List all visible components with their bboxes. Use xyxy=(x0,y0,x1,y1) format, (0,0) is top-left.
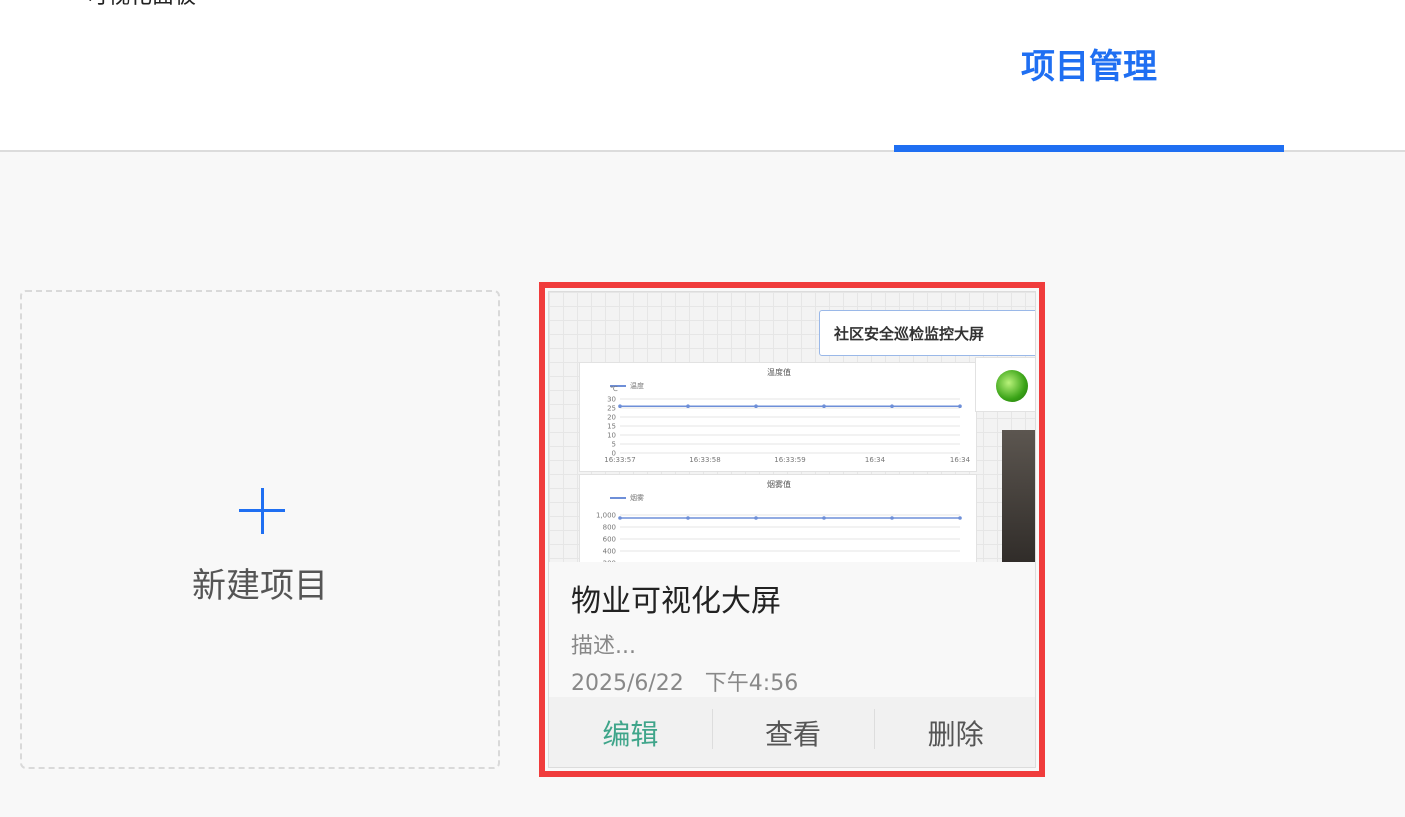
data-point xyxy=(754,404,758,408)
project-time: 下午4:56 xyxy=(704,671,799,696)
project-thumbnail[interactable]: 社区安全巡检监控大屏 温度值 温度 30 25 20 15 10 5 0 ℃ 16:33:57 1… xyxy=(549,292,1035,562)
project-card-highlight: 社区安全巡检监控大屏 温度值 温度 30 25 20 15 10 5 0 ℃ 16:33:57 1… xyxy=(539,282,1045,777)
plus-icon xyxy=(239,488,285,534)
new-project-card[interactable]: 新建项目 xyxy=(20,290,500,769)
x-tick-label: 16:33:58 xyxy=(689,456,720,464)
delete-button[interactable]: 删除 xyxy=(874,709,1035,753)
data-point xyxy=(822,404,826,408)
active-tab-indicator xyxy=(894,145,1284,152)
data-point xyxy=(822,516,826,520)
x-tick-label: 16:34 xyxy=(950,456,971,464)
smoke-chart-svg: 1,000 800 600 400 200 xyxy=(596,512,962,563)
project-timestamp: 2025/6/22 下午4:56 xyxy=(571,665,798,697)
project-description: 描述... xyxy=(571,634,636,659)
data-point xyxy=(890,516,894,520)
y-tick-label: 200 xyxy=(603,560,616,563)
data-point xyxy=(958,516,962,520)
data-point xyxy=(958,404,962,408)
data-point xyxy=(686,404,690,408)
thumbnail-smoke-chart: 烟雾值 烟雾 1,000 800 600 400 200 xyxy=(579,474,977,562)
x-tick-label: 16:34 xyxy=(865,456,886,464)
y-tick-label: 30 xyxy=(607,396,616,404)
top-header: 可视化面板 项目管理 xyxy=(0,0,1405,152)
app-title: 可视化面板 xyxy=(86,0,196,8)
thumbnail-photo xyxy=(1002,430,1035,562)
y-tick-label: 15 xyxy=(607,423,616,431)
data-point xyxy=(890,404,894,408)
data-point xyxy=(618,404,622,408)
edit-button[interactable]: 编辑 xyxy=(549,713,712,753)
y-tick-label: 5 xyxy=(612,441,616,449)
x-tick-label: 16:33:59 xyxy=(774,456,805,464)
y-tick-label: 10 xyxy=(607,432,616,440)
thumbnail-status-panel xyxy=(975,357,1035,412)
view-button[interactable]: 查看 xyxy=(711,709,875,753)
data-point xyxy=(618,516,622,520)
project-actions: 编辑 查看 删除 xyxy=(549,697,1035,767)
temperature-chart-svg: 302520151050℃16:33:57 16:33:58 16:33:59 16:… xyxy=(604,385,971,464)
tab-project-management[interactable]: 项目管理 xyxy=(894,0,1284,152)
project-card[interactable]: 社区安全巡检监控大屏 温度值 温度 30 25 20 15 10 5 0 ℃ 16:33:57 1… xyxy=(548,291,1036,768)
y-tick-label: 800 xyxy=(603,524,616,532)
data-point xyxy=(754,516,758,520)
y-tick-label: 600 xyxy=(603,536,616,544)
y-unit-label: ℃ xyxy=(610,385,618,393)
y-tick-label: 1,000 xyxy=(596,512,616,520)
status-indicator-icon xyxy=(996,370,1028,402)
data-point xyxy=(686,516,690,520)
project-date: 2025/6/22 xyxy=(571,671,684,696)
y-tick-label: 20 xyxy=(607,414,616,422)
x-tick-label: 16:33:57 xyxy=(604,456,635,464)
thumbnail-banner: 社区安全巡检监控大屏 xyxy=(819,310,1035,356)
y-tick-label: 400 xyxy=(603,548,616,556)
thumbnail-temperature-chart: 温度值 温度 30 25 20 15 10 5 0 ℃ 16:33:57 16:33:58 16:3… xyxy=(579,362,977,472)
project-name: 物业可视化大屏 xyxy=(571,584,781,619)
y-tick-label: 25 xyxy=(607,405,616,413)
new-project-label: 新建项目 xyxy=(192,566,328,606)
